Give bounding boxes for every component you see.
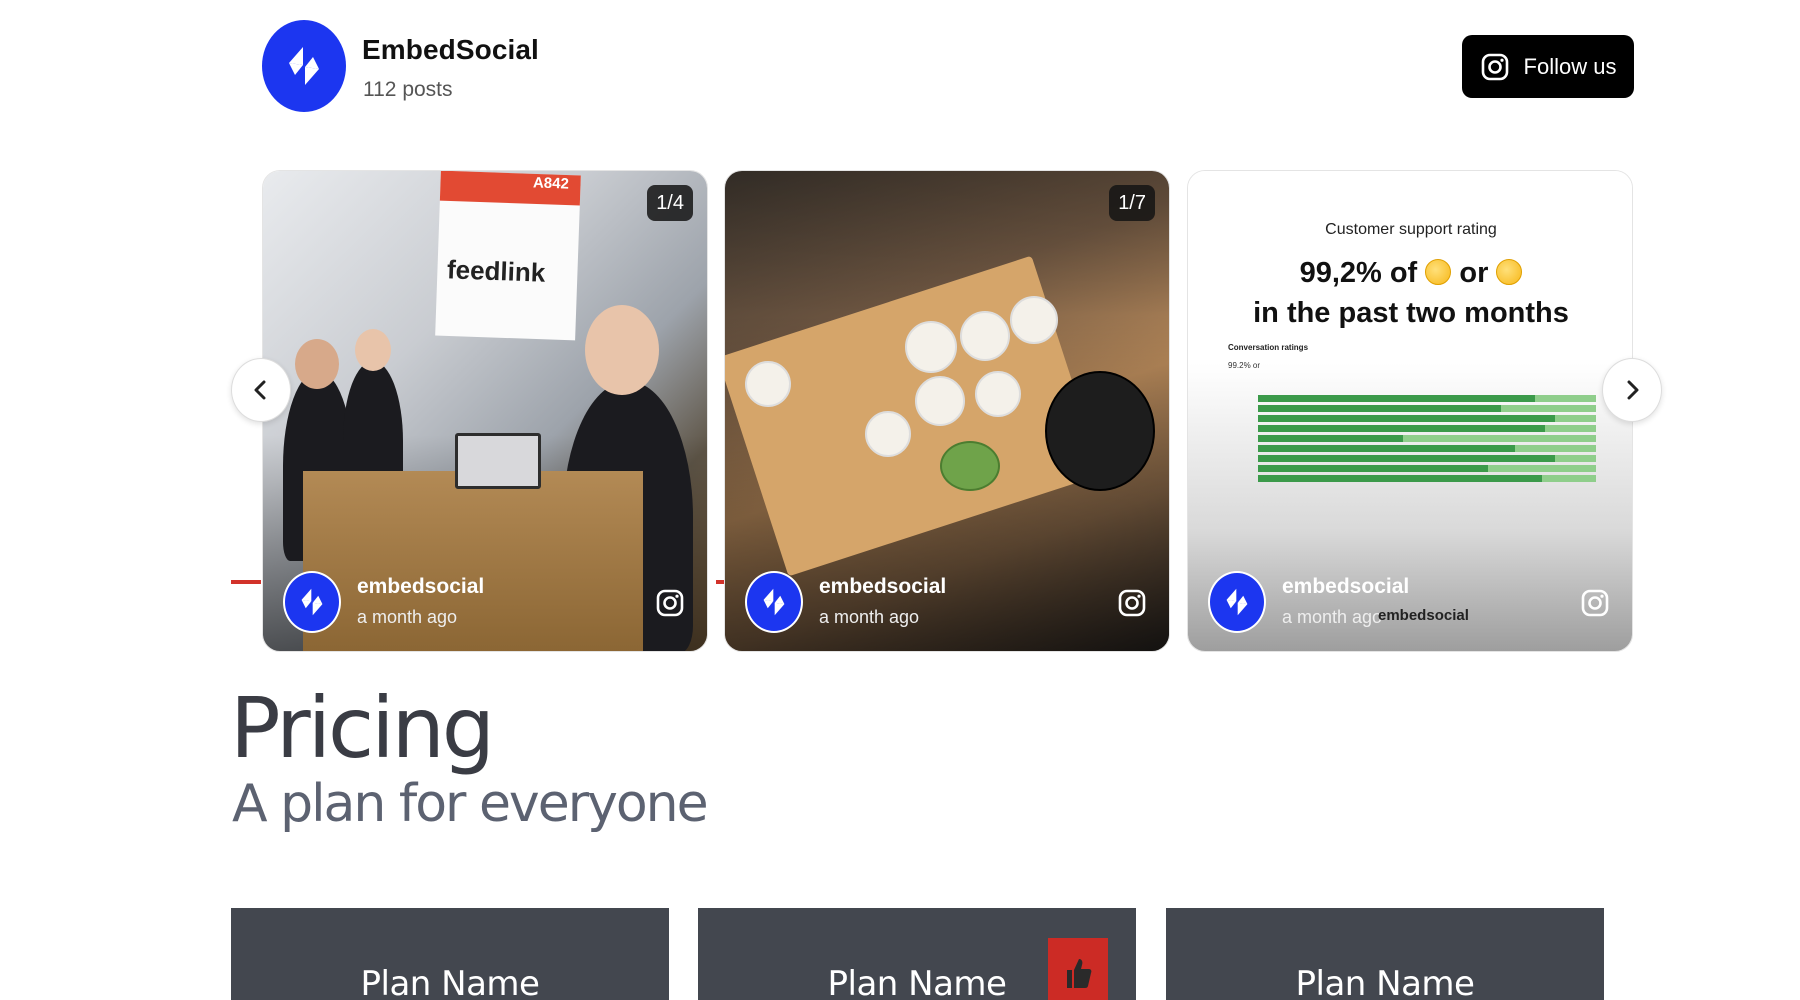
chevron-left-icon	[254, 380, 266, 400]
post-footer: embedsocial a month ago	[725, 561, 1169, 651]
ratings-bar-chart	[1258, 395, 1596, 485]
salad-bowl	[940, 441, 1000, 491]
profile-header: EmbedSocial 112 posts Follow us	[0, 0, 1800, 130]
person-head	[355, 329, 391, 371]
laptop	[455, 433, 541, 489]
post-time: a month ago	[819, 607, 920, 627]
plan-name: Plan Name	[1295, 964, 1475, 1000]
plan-card[interactable]: Plan Name	[698, 908, 1136, 1000]
chart-title: Conversation ratings	[1228, 343, 1309, 352]
instagram-icon[interactable]	[655, 588, 685, 618]
sign-feedlink-logo: feedlink	[446, 254, 546, 288]
plan-name: Plan Name	[360, 964, 540, 1000]
rating-bar	[1258, 445, 1596, 452]
embedsocial-logo-icon	[1226, 588, 1248, 616]
rating-bar	[1258, 405, 1596, 412]
rating-bar	[1258, 425, 1596, 432]
post-time: a month ago	[1282, 607, 1383, 627]
headline-or: or	[1459, 257, 1489, 289]
author-avatar[interactable]	[1208, 571, 1266, 633]
chart-subtitle: 99.2% or	[1228, 361, 1260, 370]
info-headline: 99,2% of or in the past two months	[1188, 253, 1632, 333]
plan-card[interactable]: Plan Name	[1166, 908, 1604, 1000]
rating-bar	[1258, 415, 1596, 422]
instagram-carousel: A842 feedlink 1/4 embedsocial a month ag…	[0, 168, 1800, 654]
slide-counter: 1/7	[1109, 185, 1155, 221]
pricing-title: Pricing	[230, 679, 495, 777]
slide-counter: 1/4	[647, 185, 693, 221]
plate	[865, 411, 911, 457]
person-head	[585, 305, 659, 395]
embedsocial-watermark: embedsocial	[1378, 607, 1469, 624]
post-footer: embedsocial a month ago	[263, 561, 707, 651]
author-username[interactable]: embedsocial	[357, 575, 484, 599]
instagram-icon[interactable]	[1580, 588, 1610, 618]
follow-us-button[interactable]: Follow us	[1462, 35, 1634, 98]
brand-avatar[interactable]	[262, 20, 346, 112]
author-avatar[interactable]	[283, 571, 341, 633]
person-head	[295, 339, 339, 389]
chevron-right-icon	[1627, 380, 1639, 400]
plate	[745, 361, 791, 407]
heart-eyes-emoji-icon	[1425, 259, 1452, 285]
instagram-icon	[1481, 53, 1508, 80]
follow-us-label: Follow us	[1523, 53, 1617, 79]
plate	[915, 376, 965, 426]
chart-subtitle-or: or	[1252, 361, 1261, 370]
rating-bar	[1258, 395, 1596, 402]
smile-emoji-icon	[1496, 259, 1523, 285]
author-username[interactable]: embedsocial	[819, 575, 946, 599]
posts-count: 112 posts	[363, 78, 453, 101]
post-card[interactable]: Customer support rating 99,2% of or in t…	[1187, 170, 1633, 652]
author-avatar[interactable]	[745, 571, 803, 633]
plan-name: Plan Name	[827, 964, 1007, 1000]
embedsocial-logo-icon	[763, 588, 785, 616]
author-username[interactable]: embedsocial	[1282, 575, 1409, 599]
chart-subtitle-value: 99.2%	[1228, 361, 1251, 370]
plate	[960, 311, 1010, 361]
post-time: a month ago	[357, 607, 458, 627]
carousel-prev-button[interactable]	[231, 358, 291, 422]
pricing-subtitle: A plan for everyone	[232, 774, 709, 834]
plate	[975, 371, 1021, 417]
post-card[interactable]: A842 feedlink 1/4 embedsocial a month ag…	[262, 170, 708, 652]
plan-card[interactable]: Plan Name	[231, 908, 669, 1000]
headline-part: in the past two months	[1253, 297, 1569, 329]
plate	[1010, 296, 1058, 344]
rating-bar	[1258, 435, 1596, 442]
instagram-icon[interactable]	[1117, 588, 1147, 618]
embedsocial-logo-icon	[301, 588, 323, 616]
progress-dash	[231, 580, 261, 584]
post-card[interactable]: 1/7 embedsocial a month ago	[724, 170, 1170, 652]
rating-bar	[1258, 465, 1596, 472]
progress-dash	[716, 580, 724, 584]
post-footer: embedsocial a month ago embedsocial	[1188, 561, 1632, 651]
brand-name[interactable]: EmbedSocial	[362, 34, 539, 66]
embedsocial-logo-icon	[289, 47, 319, 85]
plate	[905, 321, 957, 373]
black-chair	[1045, 371, 1155, 491]
rating-bar	[1258, 475, 1596, 482]
rating-bar	[1258, 455, 1596, 462]
sign-booth-code: A842	[532, 174, 570, 193]
info-kicker: Customer support rating	[1325, 221, 1497, 238]
carousel-next-button[interactable]	[1602, 358, 1662, 422]
headline-part: 99,2% of	[1299, 257, 1418, 289]
